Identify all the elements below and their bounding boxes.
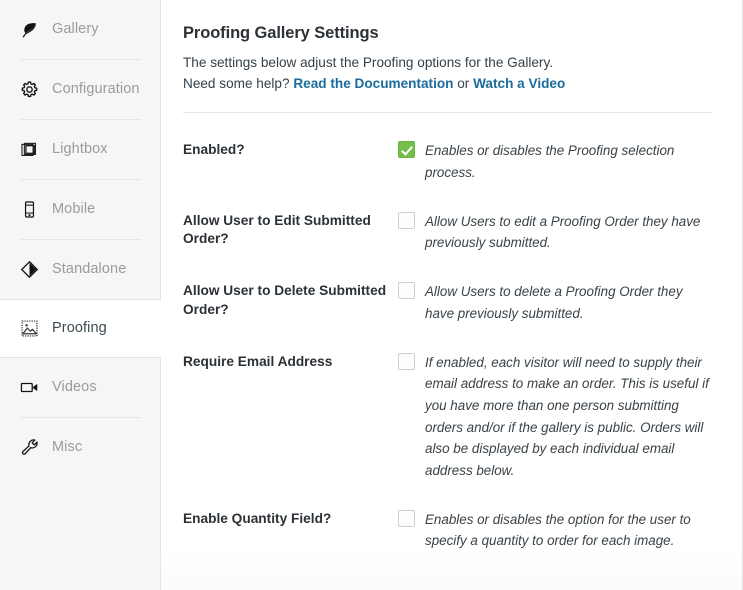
setting-control: Enables or disables the Proofing selecti… xyxy=(398,140,712,183)
sidebar-item-label: Lightbox xyxy=(52,141,108,158)
sidebar-item-lightbox[interactable]: Lightbox xyxy=(0,120,160,179)
setting-checkbox[interactable] xyxy=(398,282,415,300)
sidebar-item-videos[interactable]: Videos xyxy=(0,358,160,417)
setting-control: Enables or disables the option for the u… xyxy=(398,509,712,552)
setting-checkbox[interactable] xyxy=(398,211,415,229)
video-icon xyxy=(19,378,39,398)
sidebar-item-proofing[interactable]: Proofing xyxy=(0,299,161,358)
phone-icon xyxy=(19,200,39,220)
sidebar-item-label: Videos xyxy=(52,379,97,396)
setting-label: Enable Quantity Field? xyxy=(183,510,332,526)
help-prefix-text: Need some help? xyxy=(183,75,294,91)
sidebar-item-label: Standalone xyxy=(52,261,127,278)
setting-label: Require Email Address xyxy=(183,353,333,369)
setting-row: Allow User to Delete Submitted Order? All… xyxy=(183,254,712,324)
sidebar-item-gallery[interactable]: Gallery xyxy=(0,0,160,59)
sidebar-item-label: Misc xyxy=(52,439,83,456)
help-separator-text: or xyxy=(453,75,474,91)
settings-page: Gallery Configuration Lightbox Mobile Standa… xyxy=(0,0,743,590)
watch-video-link[interactable]: Watch a Video xyxy=(473,76,565,91)
setting-checkbox[interactable] xyxy=(398,141,415,159)
setting-label: Allow User to Delete Submitted Order? xyxy=(183,283,387,317)
sidebar-nav: Gallery Configuration Lightbox Mobile Standa… xyxy=(0,0,161,590)
sidebar-item-label: Mobile xyxy=(52,201,96,218)
setting-control: Allow Users to delete a Proofing Order t… xyxy=(398,281,712,324)
page-description-line1: The settings below adjust the Proofing o… xyxy=(183,55,554,70)
sidebar-item-mobile[interactable]: Mobile xyxy=(0,180,160,239)
sidebar-item-label: Configuration xyxy=(52,81,140,98)
sidebar-item-configuration[interactable]: Configuration xyxy=(0,60,160,119)
settings-content-panel: Proofing Gallery Settings The settings b… xyxy=(161,0,742,590)
sidebar-item-standalone[interactable]: Standalone xyxy=(0,240,160,299)
setting-row: Enable Quantity Field? Enables or disable… xyxy=(183,482,712,552)
sidebar-item-misc[interactable]: Misc xyxy=(0,418,160,477)
image-icon xyxy=(19,319,39,339)
diamond-icon xyxy=(19,260,39,280)
wrench-icon xyxy=(19,438,39,458)
setting-description: Allow Users to edit a Proofing Order the… xyxy=(425,213,701,251)
setting-control: If enabled, each visitor will need to su… xyxy=(398,352,712,482)
setting-description: If enabled, each visitor will need to su… xyxy=(425,354,709,479)
setting-row: Enabled? Enables or disables the Proofing… xyxy=(183,113,712,183)
read-documentation-link[interactable]: Read the Documentation xyxy=(293,76,453,91)
leaf-icon xyxy=(19,20,39,40)
setting-control: Allow Users to edit a Proofing Order the… xyxy=(398,211,712,254)
setting-label: Allow User to Edit Submitted Order? xyxy=(183,212,371,247)
layers-icon xyxy=(19,140,39,160)
setting-row: Require Email Address If enabled, each vi… xyxy=(183,325,712,482)
settings-list: Enabled? Enables or disables the Proofing… xyxy=(183,113,712,552)
setting-description: Allow Users to delete a Proofing Order t… xyxy=(425,284,683,321)
setting-checkbox[interactable] xyxy=(398,352,415,370)
setting-checkbox[interactable] xyxy=(398,509,415,527)
gear-icon xyxy=(19,80,39,100)
page-title: Proofing Gallery Settings xyxy=(183,24,379,42)
page-description: The settings below adjust the Proofing o… xyxy=(183,53,712,94)
setting-label: Enabled? xyxy=(183,142,245,158)
sidebar-item-label: Proofing xyxy=(52,320,107,337)
setting-description: Enables or disables the option for the u… xyxy=(425,511,691,549)
setting-row: Allow User to Edit Submitted Order? Allow… xyxy=(183,184,712,254)
sidebar-item-label: Gallery xyxy=(52,21,99,38)
setting-description: Enables or disables the Proofing selecti… xyxy=(425,143,675,181)
